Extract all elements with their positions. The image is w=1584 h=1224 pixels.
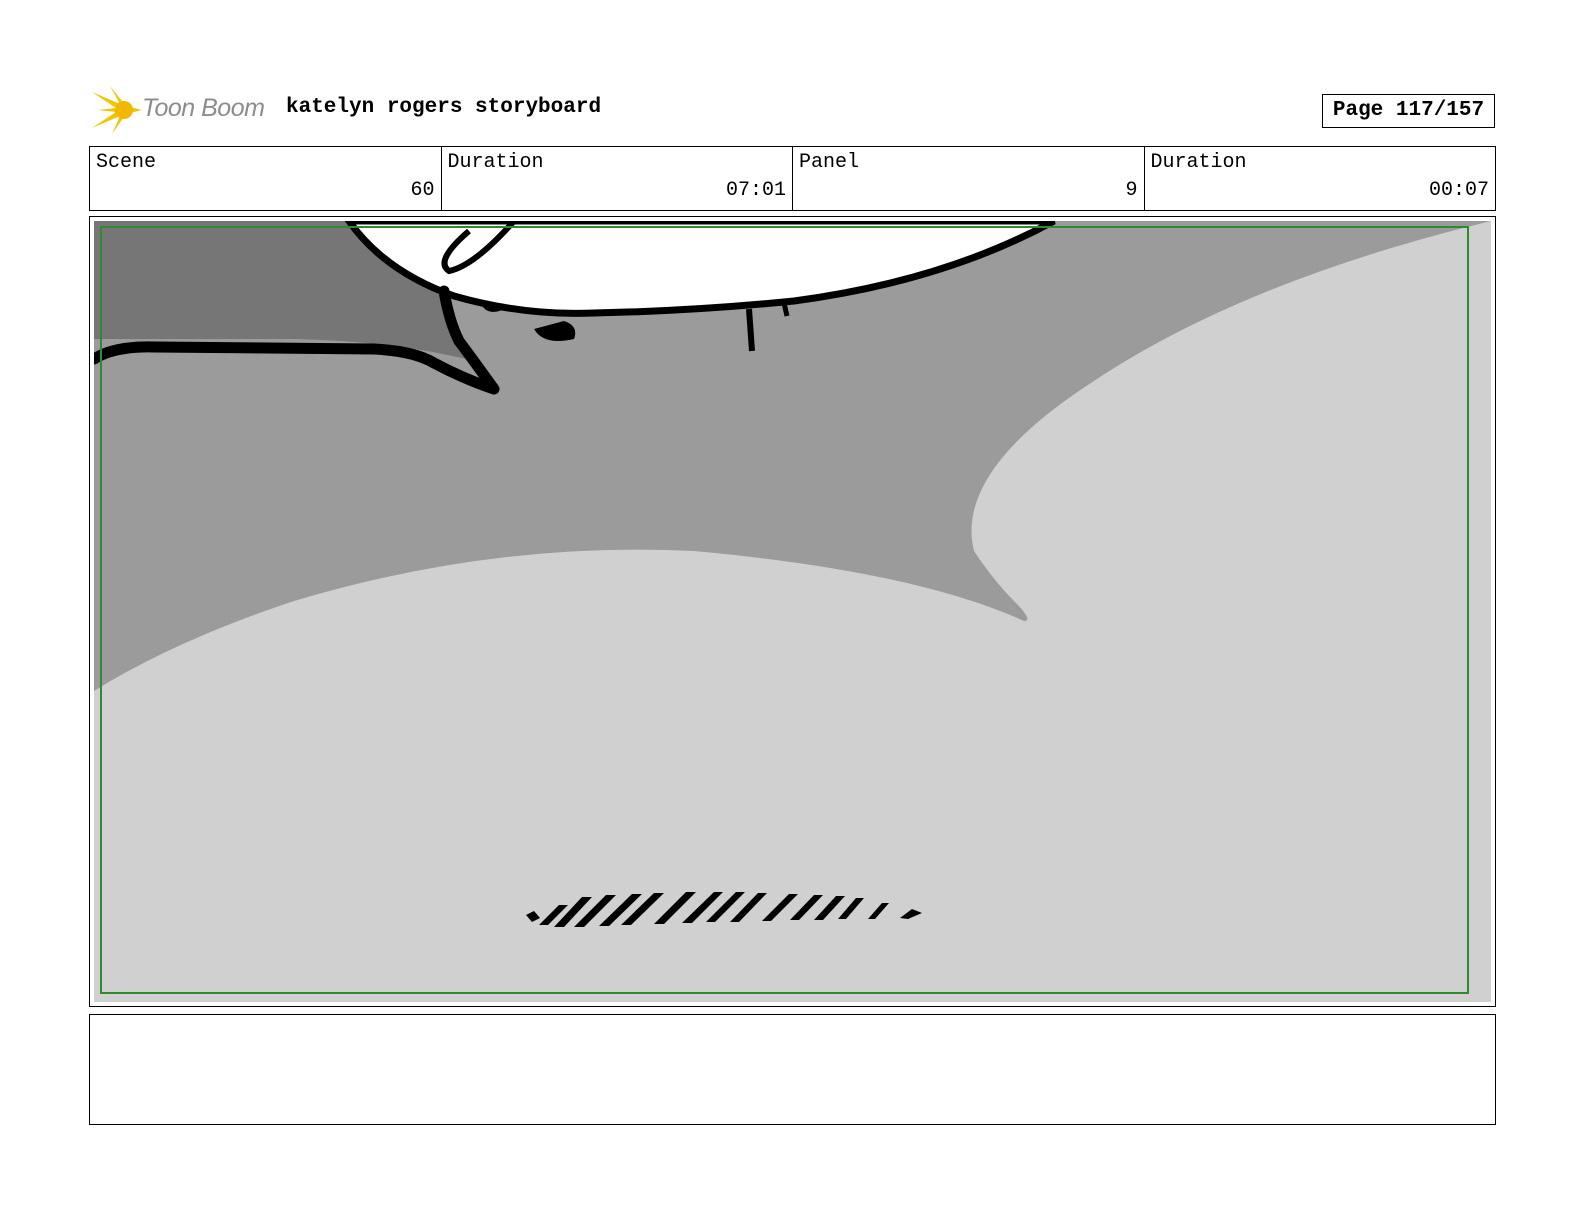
- drip-3: [746, 308, 755, 352]
- scene-info-table: Scene 60 Duration 07:01 Panel 9 Duration…: [89, 146, 1496, 211]
- scene-duration-label: Duration: [447, 151, 544, 174]
- logo-wordmark: Toon Boom: [142, 94, 265, 122]
- storyboard-title: katelyn rogers storyboard: [286, 96, 602, 119]
- panel-label: Panel: [799, 151, 860, 174]
- storyboard-panel: [89, 216, 1496, 1007]
- page-number: Page 117/157: [1322, 94, 1495, 128]
- scene-label: Scene: [96, 151, 157, 174]
- scene-value: 60: [410, 179, 435, 202]
- scene-duration-value: 07:01: [725, 179, 786, 202]
- panel-duration-cell: Duration 00:07: [1145, 147, 1496, 210]
- starburst-logo-icon: [92, 86, 142, 134]
- panel-notes: [89, 1014, 1496, 1125]
- scene-cell: Scene 60: [90, 147, 442, 210]
- panel-duration-label: Duration: [1150, 151, 1247, 174]
- panel-value: 9: [1125, 179, 1138, 202]
- toon-boom-logo: Toon Boom: [90, 84, 270, 136]
- panel-duration-value: 00:07: [1428, 179, 1489, 202]
- drip-4: [781, 302, 790, 317]
- scene-duration-cell: Duration 07:01: [442, 147, 793, 210]
- panel-cell: Panel 9: [793, 147, 1145, 210]
- panel-drawing: [94, 221, 1491, 1002]
